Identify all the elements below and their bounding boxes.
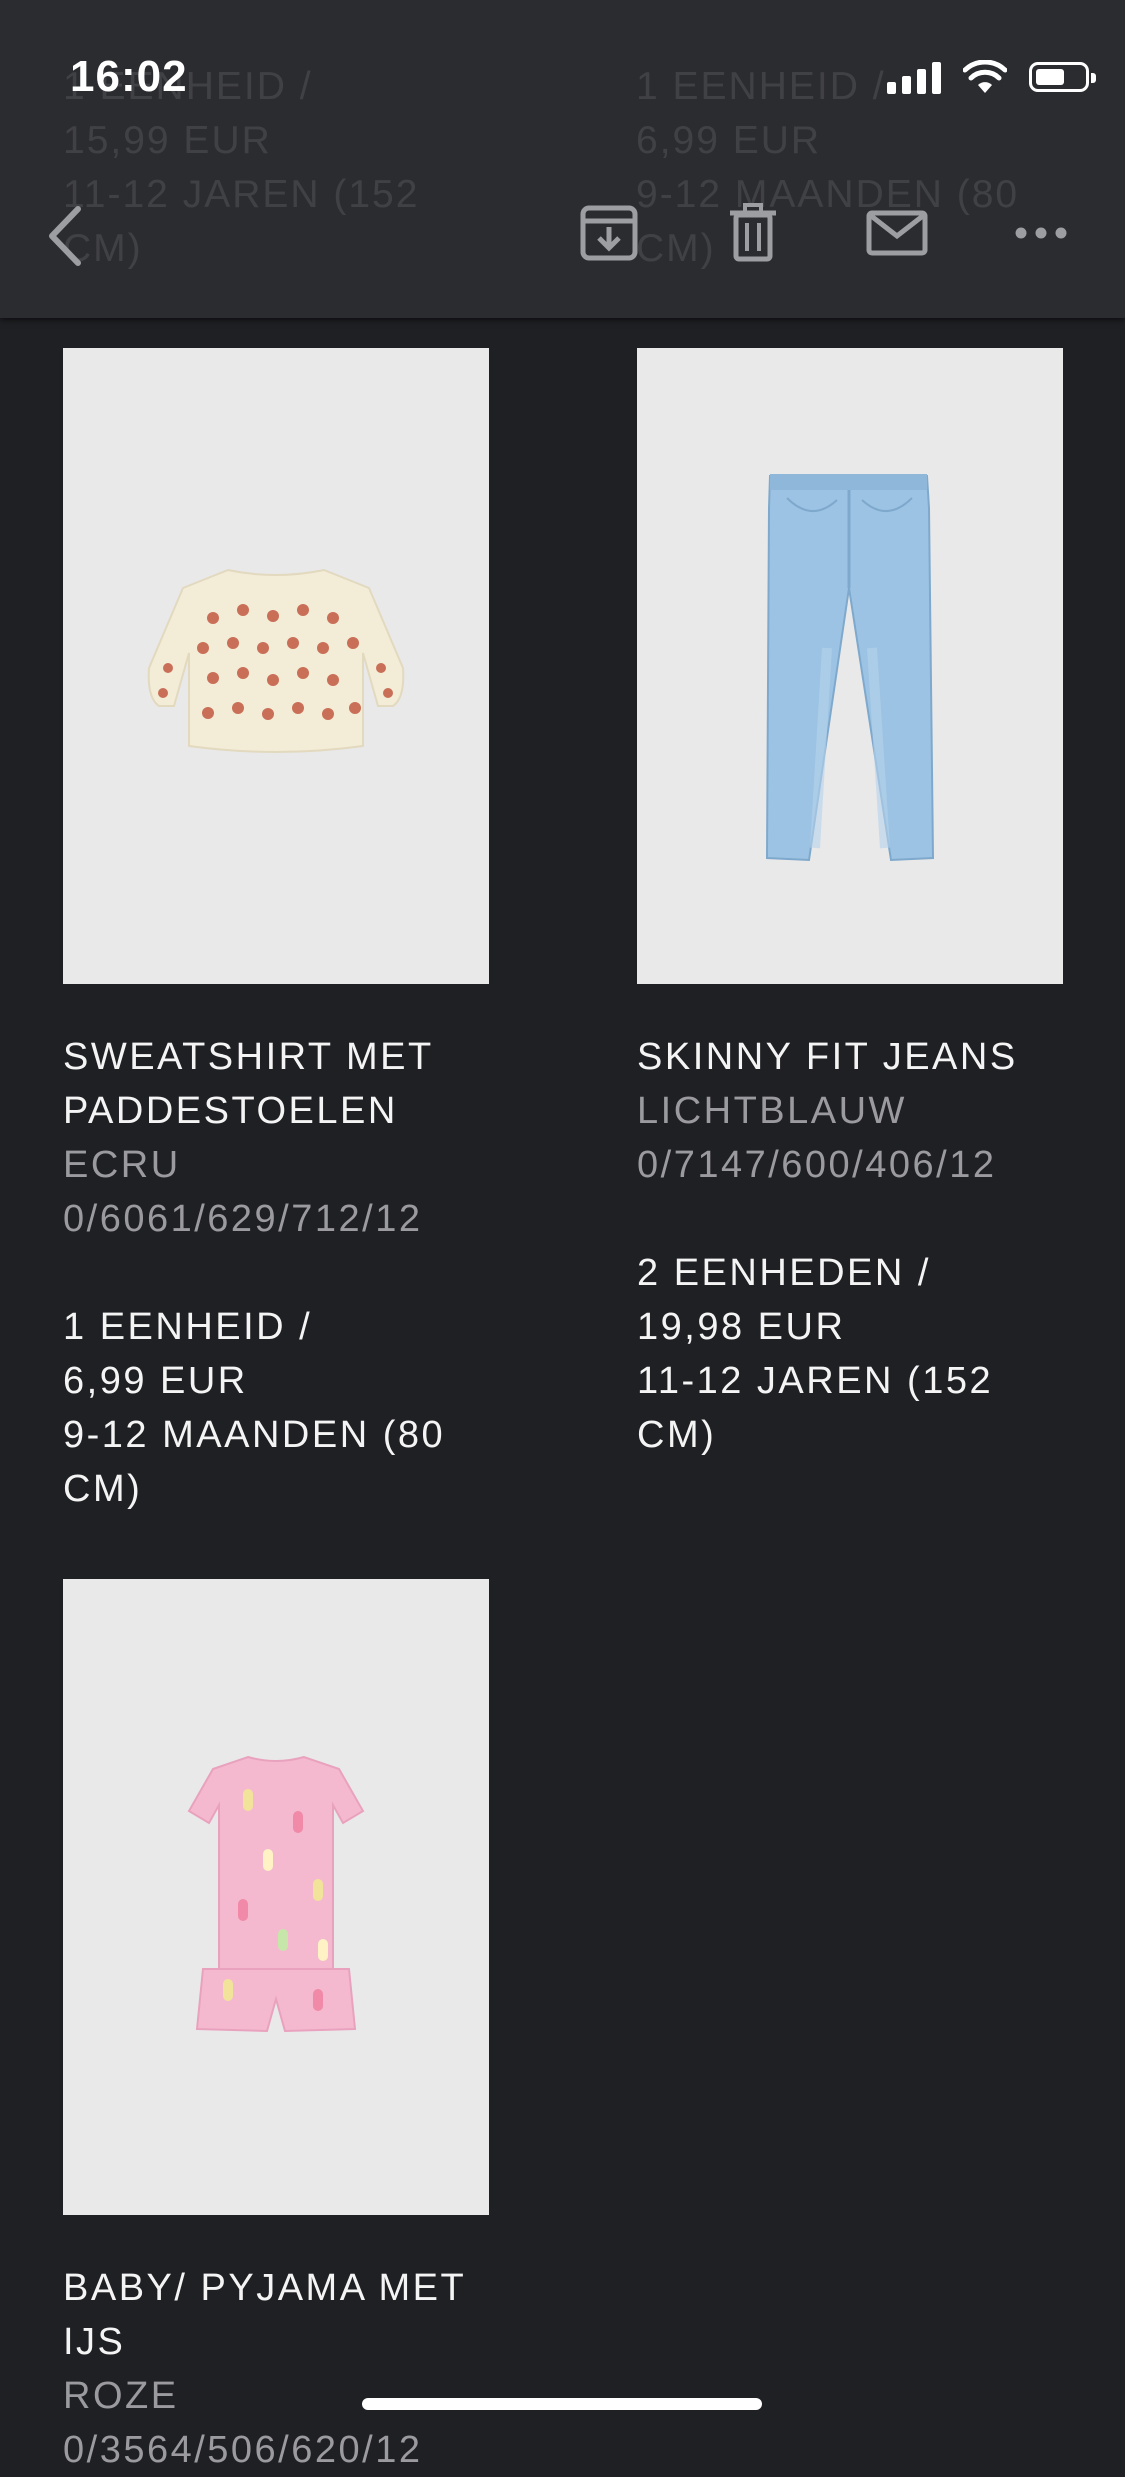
product-color: ROZE [63,2375,179,2417]
product-name: SWEATSHIRT MET [63,1036,434,1078]
product-name: IJS [63,2321,126,2363]
product-reference: 0/7147/600/406/12 [637,1144,997,1186]
product-reference: 0/6061/629/712/12 [63,1198,423,1240]
product-card[interactable]: BABY/ PYJAMA MET IJS ROZE 0/3564/506/620… [63,1579,489,2477]
status-time: 16:02 [70,52,188,101]
mail-icon[interactable] [866,210,928,256]
product-size: CM) [63,1468,143,1510]
wifi-icon [963,60,1007,93]
status-icons [887,60,1096,94]
product-name: PADDESTOELEN [63,1090,398,1132]
trash-icon[interactable] [728,203,778,263]
jeans-image[interactable] [637,348,1063,984]
product-size: 9-12 MAANDEN (80 [63,1414,446,1456]
product-color: ECRU [63,1144,181,1186]
product-reference: 0/3564/506/620/12 [63,2429,423,2471]
pyjama-image[interactable] [63,1579,489,2215]
product-card[interactable]: SWEATSHIRT MET PADDESTOELEN ECRU 0/6061/… [63,348,489,1516]
home-indicator[interactable] [362,2398,762,2410]
product-name: BABY/ PYJAMA MET [63,2267,467,2309]
product-price: 6,99 EUR [63,1360,248,1402]
product-quantity: 1 EENHEID / [63,1306,313,1348]
product-price: 19,98 EUR [637,1306,846,1348]
cellular-signal-icon [887,60,941,94]
chevron-left-icon[interactable] [44,205,84,267]
battery-icon [1029,62,1096,92]
top-toolbar: 1 EENHEID / 15,99 EUR 11-12 JAREN (152 C… [0,0,1125,318]
product-quantity: 2 EENHEDEN / [637,1252,931,1294]
more-icon[interactable] [1015,225,1067,241]
product-size: CM) [637,1414,717,1456]
product-color: LICHTBLAUW [637,1090,907,1132]
product-name: SKINNY FIT JEANS [637,1036,1018,1078]
product-card[interactable]: SKINNY FIT JEANS LICHTBLAUW 0/7147/600/4… [637,348,1063,1462]
archive-icon[interactable] [580,205,638,261]
sweatshirt-image[interactable] [63,348,489,984]
product-size: 11-12 JAREN (152 [637,1360,994,1402]
